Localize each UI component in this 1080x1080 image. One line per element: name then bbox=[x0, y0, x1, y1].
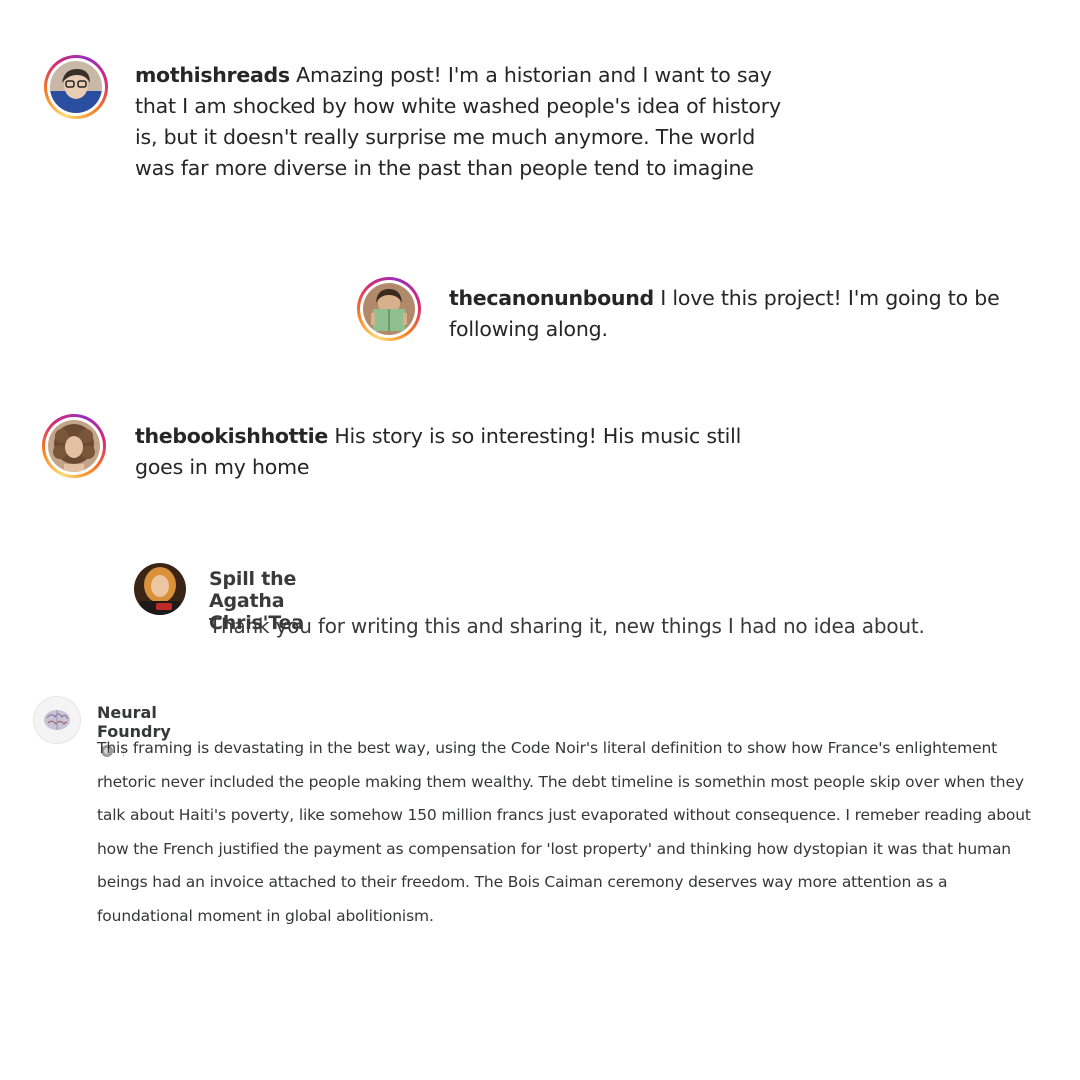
comment-text-block: thebookishhottie His story is so interes… bbox=[135, 421, 785, 483]
brain-icon bbox=[44, 710, 70, 730]
reply-text: Thank you for writing this and sharing i… bbox=[209, 614, 925, 638]
avatar-spill-the-agatha[interactable] bbox=[134, 563, 186, 615]
username[interactable]: thecanonunbound bbox=[449, 286, 654, 310]
username[interactable]: thebookishhottie bbox=[135, 424, 328, 448]
username[interactable]: mothishreads bbox=[135, 63, 290, 87]
avatar-gap bbox=[360, 280, 418, 338]
avatar-photo bbox=[48, 420, 100, 472]
avatar-photo bbox=[363, 283, 415, 335]
avatar-gap bbox=[45, 417, 103, 475]
avatar-thebookishhottie[interactable] bbox=[42, 414, 106, 478]
avatar-gap bbox=[47, 58, 105, 116]
avatar-thecanonunbound[interactable] bbox=[357, 277, 421, 341]
avatar-neural-foundry[interactable] bbox=[33, 696, 81, 744]
avatar-photo bbox=[50, 61, 102, 113]
comment-body: This framing is devastating in the best … bbox=[97, 739, 1031, 925]
comment-text-block: thecanonunbound I love this project! I'm… bbox=[449, 283, 1039, 345]
comment-text-block: mothishreads Amazing post! I'm a histori… bbox=[135, 60, 790, 184]
avatar-mothishreads[interactable] bbox=[44, 55, 108, 119]
